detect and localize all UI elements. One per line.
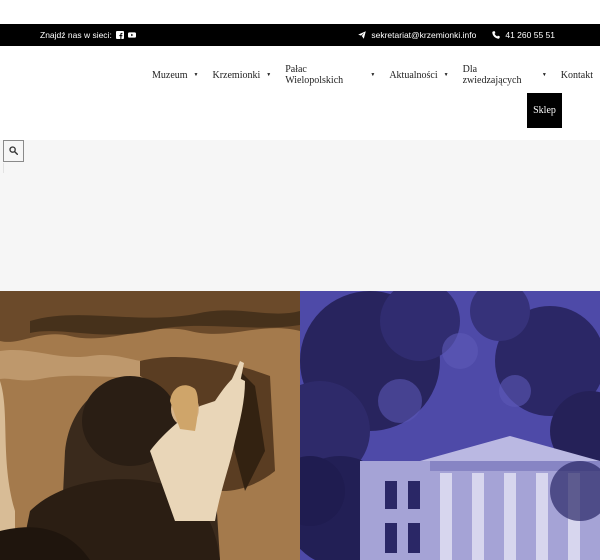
social-links: Znajdź nas w sieci: — [40, 24, 136, 46]
chevron-down-icon: ▼ — [370, 72, 376, 78]
nav-label: Muzeum — [152, 69, 188, 81]
search-divider — [3, 163, 24, 173]
search-button[interactable] — [3, 140, 24, 162]
chevron-down-icon: ▼ — [266, 72, 272, 78]
nav-item-krzemionki[interactable]: Krzemionki ▼ — [206, 64, 279, 86]
nav-item-kontakt[interactable]: Kontakt — [554, 64, 600, 86]
site-header: Muzeum ▼ Krzemionki ▼ Pałac Wielopolskic… — [0, 46, 600, 140]
contact-info: sekretariat@krzemionki.info 41 260 55 51 — [358, 24, 555, 46]
search-icon — [9, 142, 19, 160]
paper-plane-icon — [358, 31, 367, 39]
main-nav: Muzeum ▼ Krzemionki ▼ Pałac Wielopolskic… — [145, 64, 600, 86]
top-spacer — [0, 0, 600, 24]
nav-label: Kontakt — [560, 69, 593, 81]
youtube-icon[interactable] — [127, 31, 136, 39]
nav-label: Krzemionki — [212, 69, 261, 81]
shop-button[interactable]: Sklep — [527, 93, 562, 128]
nav-item-palac[interactable]: Pałac Wielopolskich ▼ — [278, 64, 382, 86]
krzemionki-image-panel[interactable] — [0, 291, 300, 560]
facebook-icon[interactable] — [115, 31, 124, 39]
phone-icon — [492, 31, 501, 39]
social-label: Znajdź nas w sieci: — [40, 30, 112, 40]
mine-visitors-image — [0, 291, 300, 560]
phone-link[interactable]: 41 260 55 51 — [505, 30, 555, 40]
chevron-down-icon: ▼ — [193, 72, 199, 78]
nav-label: Dla zwiedzających — [462, 64, 522, 86]
email-link[interactable]: sekretariat@krzemionki.info — [371, 30, 476, 40]
shop-label: Sklep — [533, 105, 556, 116]
nav-item-aktualnosci[interactable]: Aktualności ▼ — [382, 64, 455, 86]
nav-label: Aktualności — [389, 69, 438, 81]
palace-trees-image — [300, 291, 600, 560]
hero-band — [0, 140, 600, 291]
chevron-down-icon: ▼ — [541, 72, 547, 78]
nav-item-dla-zwiedzajacych[interactable]: Dla zwiedzających ▼ — [456, 64, 554, 86]
nav-label: Pałac Wielopolskich — [285, 64, 344, 86]
palace-image-panel[interactable] — [300, 291, 600, 560]
nav-item-muzeum[interactable]: Muzeum ▼ — [145, 64, 206, 86]
chevron-down-icon: ▼ — [443, 72, 449, 78]
top-bar: Znajdź nas w sieci: sekretariat@krzemion… — [0, 24, 600, 46]
